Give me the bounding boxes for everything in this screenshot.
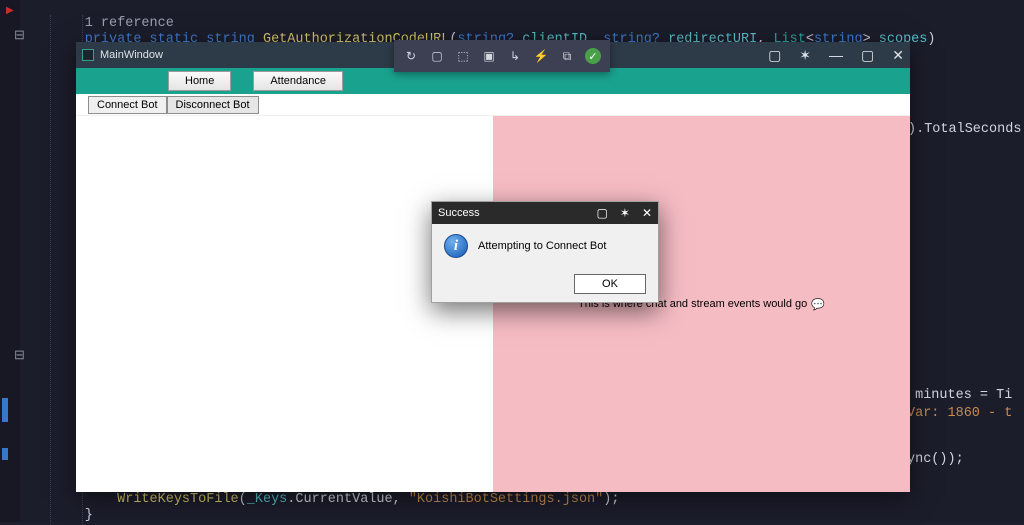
debug-ok-icon[interactable]: ✓	[585, 48, 601, 64]
tab-home[interactable]: Home	[168, 71, 231, 91]
debug-cycle-icon[interactable]: ↻	[403, 48, 419, 64]
right-panel: This is where chat and stream events wou…	[493, 116, 910, 492]
dialog-titlebar[interactable]: Success ▢ ✶ ✕	[432, 202, 658, 224]
close-icon[interactable]: ✕	[892, 47, 904, 64]
pin-icon[interactable]: ✶	[799, 47, 811, 64]
debug-link-icon[interactable]: ⧉	[559, 48, 575, 64]
change-marker	[2, 448, 8, 460]
code-frag: minutes = Ti	[907, 388, 1012, 404]
connect-bot-button[interactable]: Connect Bot	[88, 96, 167, 114]
tab-attendance[interactable]: Attendance	[253, 71, 343, 91]
app-title-icon[interactable]: ▢	[768, 47, 781, 64]
codelens[interactable]: 1 reference	[28, 16, 174, 32]
close-icon[interactable]: ✕	[642, 206, 652, 220]
ok-button[interactable]: OK	[574, 274, 646, 294]
left-panel	[76, 116, 493, 492]
fold-toggle[interactable]: ⊟	[14, 28, 25, 44]
info-icon: i	[444, 234, 468, 258]
change-marker	[2, 398, 8, 422]
code-frag: ).TotalSeconds	[908, 122, 1021, 138]
fold-toggle[interactable]: ⊟	[14, 348, 25, 364]
debug-step-icon[interactable]: ↳	[507, 48, 523, 64]
editor-gutter: ▶ ⊟ ⊟	[0, 0, 20, 522]
dialog-title: Success	[438, 207, 480, 219]
app-icon	[82, 49, 94, 61]
maximize-icon[interactable]: ▢	[861, 47, 874, 64]
debug-stop-icon[interactable]: ▣	[481, 48, 497, 64]
message-dialog: Success ▢ ✶ ✕ i Attempting to Connect Bo…	[431, 201, 659, 303]
code-line: WriteKeysToFile(_Keys.CurrentValue, "Koi…	[28, 492, 619, 508]
code-frag: Var: 1860 - t	[907, 406, 1012, 422]
chat-icon: 💬	[811, 298, 825, 311]
minimize-icon[interactable]: —	[829, 47, 843, 64]
debug-camera-icon[interactable]: ▢	[429, 48, 445, 64]
dialog-message: Attempting to Connect Bot	[478, 240, 606, 252]
app-sub-toolbar: Connect Bot Disconnect Bot	[76, 94, 910, 116]
debug-toolbar[interactable]: ↻ ▢ ⬚ ▣ ↳ ⚡ ⧉ ✓	[394, 40, 610, 72]
app-title: MainWindow	[100, 49, 163, 61]
disconnect-bot-button[interactable]: Disconnect Bot	[167, 96, 259, 114]
dialog-window-icon[interactable]: ▢	[597, 206, 608, 220]
debug-hot-reload-icon[interactable]: ⚡	[533, 48, 549, 64]
debug-select-icon[interactable]: ⬚	[455, 48, 471, 64]
code-frag: ync());	[907, 452, 964, 468]
breakpoint-marker[interactable]: ▶	[6, 4, 14, 20]
pin-icon[interactable]: ✶	[620, 206, 630, 220]
